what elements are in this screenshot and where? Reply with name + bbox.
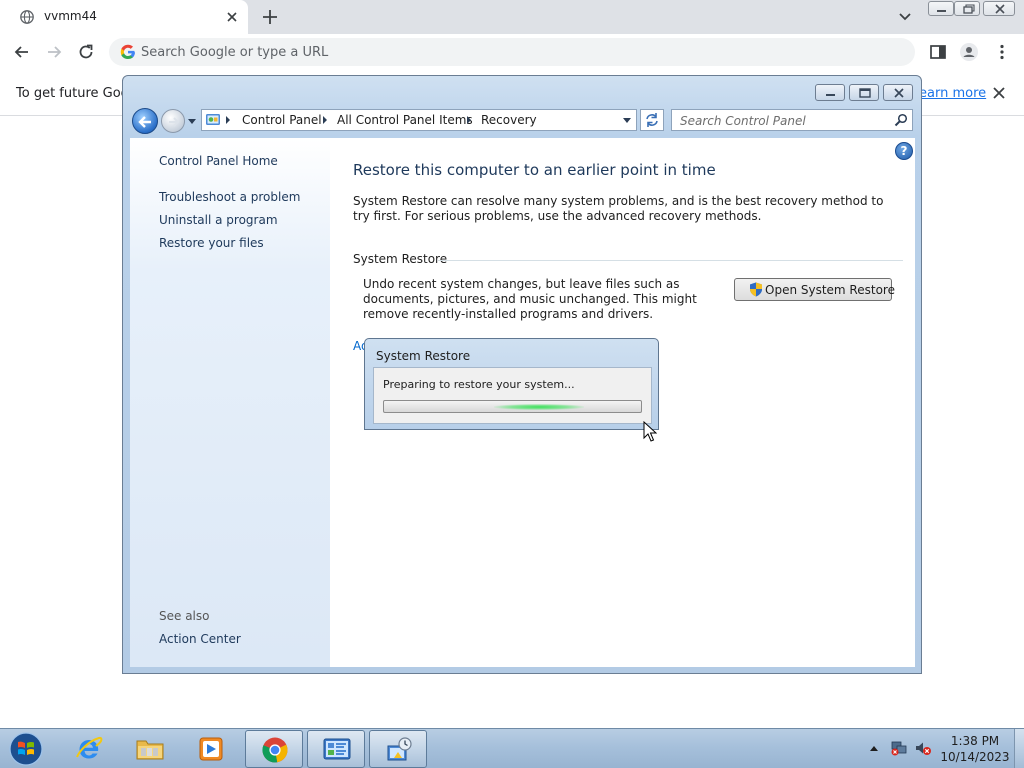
sidebar-item-action-center[interactable]: Action Center xyxy=(159,632,241,646)
taskbar-media-player[interactable] xyxy=(182,730,240,768)
network-icon[interactable] xyxy=(890,740,908,756)
chevron-right-icon[interactable] xyxy=(465,114,473,126)
search-input[interactable] xyxy=(680,113,880,128)
mouse-cursor-icon xyxy=(643,421,657,442)
chevron-right-icon[interactable] xyxy=(224,114,232,126)
browser-tab-strip: vvmm44 xyxy=(0,0,1024,34)
window-close-button[interactable] xyxy=(883,84,913,101)
maximize-icon xyxy=(859,88,871,98)
close-icon xyxy=(995,4,1005,14)
progress-marquee-glow xyxy=(494,404,584,410)
system-restore-icon xyxy=(387,737,412,761)
google-icon xyxy=(120,44,135,59)
infobar-message: To get future Goog xyxy=(16,86,137,101)
taskbar: 1:38 PM 10/14/2023 xyxy=(0,728,1024,768)
back-button[interactable] xyxy=(132,108,158,134)
section-divider xyxy=(438,260,903,261)
help-icon[interactable]: ? xyxy=(895,142,913,160)
minimize-icon xyxy=(937,10,946,12)
dialog-title: System Restore xyxy=(376,349,471,363)
taskbar-windows-explorer[interactable] xyxy=(121,730,179,768)
address-bar[interactable]: Control Panel All Control Panel Items Re… xyxy=(201,109,637,131)
system-restore-dialog: System Restore Preparing to restore your… xyxy=(364,338,659,430)
browser-restore-button[interactable] xyxy=(954,1,980,16)
volume-muted-icon[interactable] xyxy=(914,740,932,756)
recent-pages-dropdown-icon[interactable] xyxy=(187,116,197,126)
browser-tab[interactable]: vvmm44 xyxy=(0,0,248,34)
page-description: System Restore can resolve many system p… xyxy=(353,194,884,223)
close-icon xyxy=(894,88,904,98)
breadcrumb-control-panel[interactable]: Control Panel xyxy=(242,113,322,127)
chrome-icon xyxy=(262,737,288,763)
tab-title: vvmm44 xyxy=(44,9,97,23)
show-desktop-button[interactable] xyxy=(1014,729,1024,768)
refresh-icon xyxy=(646,113,658,127)
chevron-down-icon[interactable] xyxy=(622,117,632,125)
profile-avatar-icon[interactable] xyxy=(959,42,979,62)
see-also-label: See also xyxy=(159,609,210,623)
control-panel-search[interactable] xyxy=(671,109,913,131)
taskbar-system-restore[interactable] xyxy=(369,730,427,768)
windows-start-icon[interactable] xyxy=(6,731,46,767)
omnibox[interactable] xyxy=(109,38,915,66)
back-arrow-icon xyxy=(138,116,151,128)
sidebar-item-troubleshoot[interactable]: Troubleshoot a problem xyxy=(159,190,300,204)
section-description: Undo recent system changes, but leave fi… xyxy=(363,277,697,321)
breadcrumb-all-items[interactable]: All Control Panel Items xyxy=(337,113,473,127)
dialog-body: Preparing to restore your system... xyxy=(373,367,652,424)
taskbar-control-panel[interactable] xyxy=(307,730,365,768)
control-panel-icon xyxy=(206,114,220,125)
folder-icon xyxy=(136,740,164,760)
restore-icon xyxy=(963,4,975,14)
sidebar-item-control-panel-home[interactable]: Control Panel Home xyxy=(159,154,278,168)
learn-more-link[interactable]: Learn more xyxy=(912,86,986,101)
close-icon[interactable] xyxy=(992,86,1006,100)
task-sidebar: Control Panel Home Troubleshoot a proble… xyxy=(130,138,330,667)
open-system-restore-label: Open System Restore xyxy=(765,283,895,297)
open-system-restore-button[interactable]: Open System Restore xyxy=(734,278,895,301)
minimize-icon xyxy=(826,94,835,96)
uac-shield-icon xyxy=(750,282,762,297)
tab-close-icon[interactable] xyxy=(224,9,240,25)
taskbar-internet-explorer[interactable] xyxy=(60,730,118,768)
chevron-down-icon[interactable] xyxy=(897,10,913,24)
taskbar-chrome[interactable] xyxy=(245,730,303,768)
sidebar-item-restore-files[interactable]: Restore your files xyxy=(159,236,264,250)
browser-minimize-button[interactable] xyxy=(928,1,954,16)
window-minimize-button[interactable] xyxy=(815,84,845,101)
media-player-icon xyxy=(199,737,223,761)
show-hidden-icons-icon[interactable] xyxy=(869,744,879,752)
control-panel-icon xyxy=(323,738,351,760)
address-bar-input[interactable] xyxy=(141,43,841,61)
new-tab-icon[interactable] xyxy=(261,8,279,26)
forward-arrow-icon[interactable] xyxy=(44,42,64,62)
browser-close-button[interactable] xyxy=(983,1,1015,16)
reload-icon[interactable] xyxy=(76,42,96,62)
search-icon[interactable] xyxy=(894,113,908,127)
marquee-progress-bar xyxy=(383,400,642,413)
page-title: Restore this computer to an earlier poin… xyxy=(353,161,716,179)
clock-date[interactable]: 10/14/2023 xyxy=(940,750,1010,764)
forward-button[interactable] xyxy=(161,109,185,133)
breadcrumb-recovery[interactable]: Recovery xyxy=(481,113,537,127)
back-arrow-icon[interactable] xyxy=(12,42,32,62)
chevron-right-icon[interactable] xyxy=(321,114,329,126)
globe-icon xyxy=(20,10,34,24)
internet-explorer-icon xyxy=(76,736,103,759)
kebab-menu-icon[interactable] xyxy=(992,42,1012,62)
side-panel-icon[interactable] xyxy=(928,42,948,62)
clock-time[interactable]: 1:38 PM xyxy=(940,734,1010,748)
window-maximize-button[interactable] xyxy=(849,84,879,101)
refresh-button[interactable] xyxy=(640,109,664,131)
forward-arrow-icon xyxy=(169,117,180,127)
dialog-message: Preparing to restore your system... xyxy=(383,378,575,391)
sidebar-item-uninstall[interactable]: Uninstall a program xyxy=(159,213,278,227)
browser-toolbar xyxy=(0,34,1024,70)
section-heading: System Restore xyxy=(353,252,448,266)
